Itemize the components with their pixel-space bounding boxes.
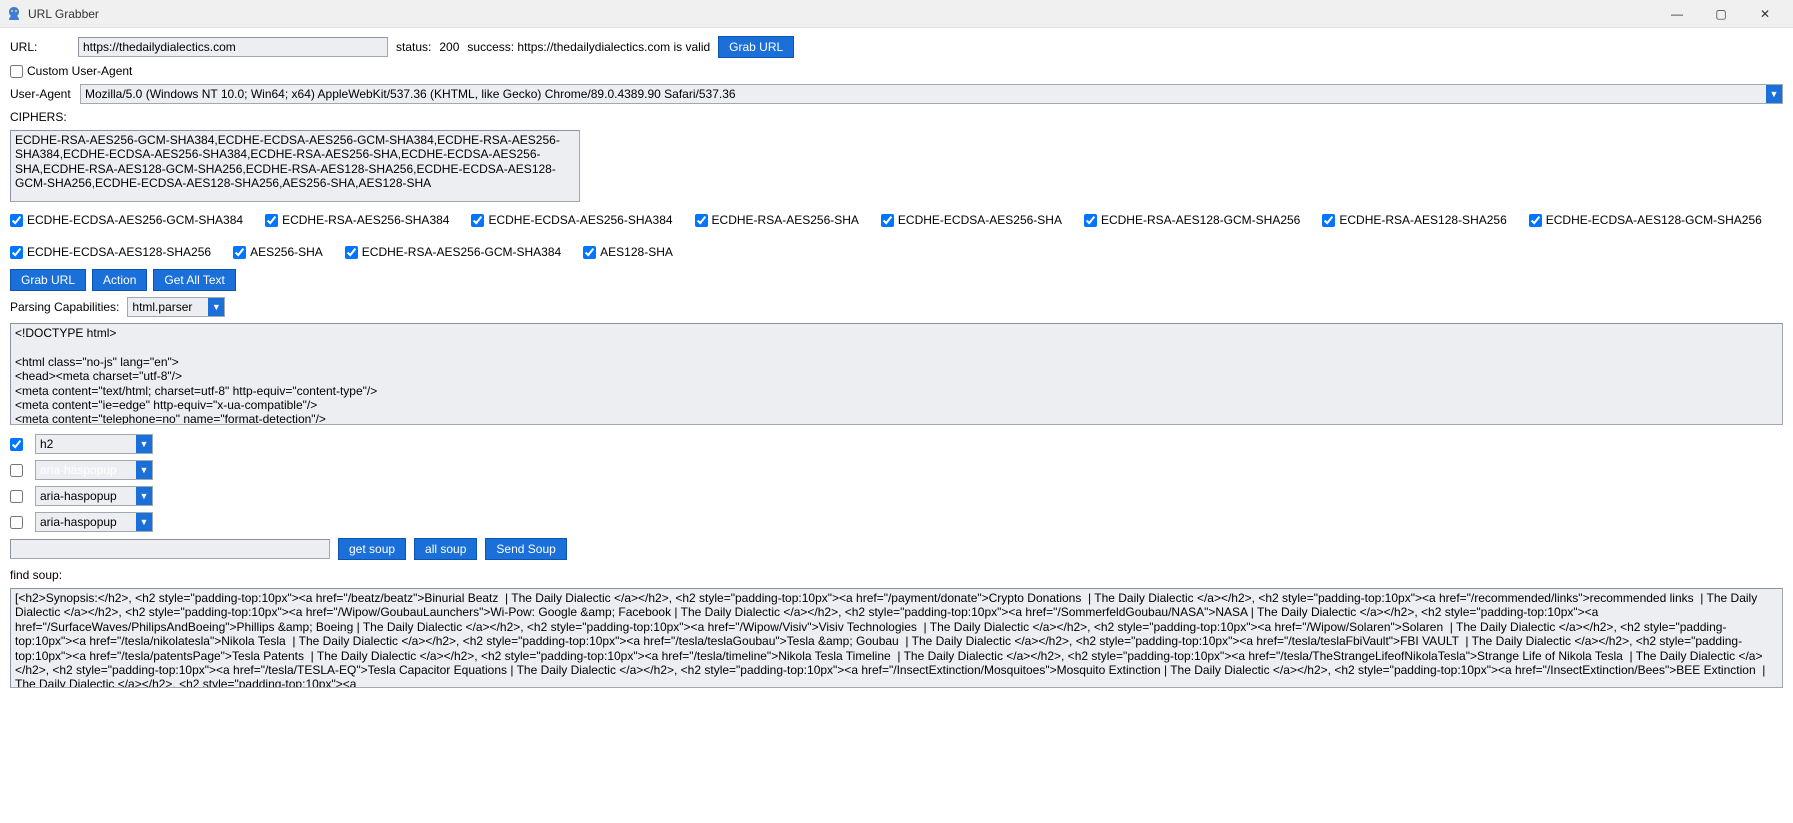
cipher-checkbox-input[interactable] bbox=[10, 246, 23, 259]
cipher-checkbox-input[interactable] bbox=[345, 246, 358, 259]
cipher-checkbox-label: ECDHE-RSA-AES256-SHA384 bbox=[282, 213, 449, 227]
cipher-checkbox-input[interactable] bbox=[471, 214, 484, 227]
custom-user-agent-checkbox[interactable]: Custom User-Agent bbox=[10, 64, 132, 78]
filter-combo[interactable]: ▼ bbox=[35, 460, 153, 480]
cipher-checkbox[interactable]: ECDHE-ECDSA-AES256-SHA384 bbox=[471, 213, 672, 227]
window-title: URL Grabber bbox=[28, 7, 99, 21]
cipher-checkbox[interactable]: ECDHE-RSA-AES256-SHA384 bbox=[265, 213, 449, 227]
custom-user-agent-label: Custom User-Agent bbox=[27, 64, 132, 78]
status-code: 200 bbox=[439, 40, 459, 54]
cipher-checkbox-label: ECDHE-ECDSA-AES128-SHA256 bbox=[27, 245, 211, 259]
cipher-checkbox-input[interactable] bbox=[1529, 214, 1542, 227]
success-label: success: https://thedailydialectics.com … bbox=[467, 40, 710, 54]
cipher-checkbox-input[interactable] bbox=[10, 214, 23, 227]
cipher-checkbox-label: ECDHE-RSA-AES128-SHA256 bbox=[1339, 213, 1506, 227]
cipher-checkbox-input[interactable] bbox=[1084, 214, 1097, 227]
html-source-textarea[interactable] bbox=[10, 323, 1783, 425]
find-soup-textarea[interactable] bbox=[10, 588, 1783, 688]
cipher-checkbox[interactable]: ECDHE-RSA-AES256-GCM-SHA384 bbox=[345, 245, 561, 259]
cipher-checkbox-label: ECDHE-ECDSA-AES128-GCM-SHA256 bbox=[1546, 213, 1762, 227]
filter-row: ▼ bbox=[10, 486, 1783, 506]
filter-row: ▼ bbox=[10, 434, 1783, 454]
cipher-checkboxes: ECDHE-ECDSA-AES256-GCM-SHA384 ECDHE-RSA-A… bbox=[10, 213, 1783, 259]
cipher-checkbox-label: ECDHE-RSA-AES256-SHA bbox=[712, 213, 859, 227]
status-label: status: bbox=[396, 40, 431, 54]
cipher-checkbox-label: ECDHE-ECDSA-AES256-GCM-SHA384 bbox=[27, 213, 243, 227]
parsing-label: Parsing Capabilities: bbox=[10, 300, 119, 314]
all-soup-button[interactable]: all soup bbox=[414, 538, 477, 560]
cipher-checkbox[interactable]: ECDHE-ECDSA-AES128-SHA256 bbox=[10, 245, 211, 259]
cipher-checkbox-label: ECDHE-ECDSA-AES256-SHA bbox=[898, 213, 1062, 227]
get-all-text-button[interactable]: Get All Text bbox=[153, 269, 235, 291]
grab-url-button[interactable]: Grab URL bbox=[10, 269, 86, 291]
get-soup-button[interactable]: get soup bbox=[338, 538, 406, 560]
filter-combo-input[interactable] bbox=[36, 513, 136, 531]
app-icon bbox=[6, 6, 22, 22]
cipher-checkbox-input[interactable] bbox=[583, 246, 596, 259]
filter-combo[interactable]: ▼ bbox=[35, 512, 153, 532]
filter-checkbox[interactable] bbox=[10, 516, 23, 529]
cipher-checkbox-input[interactable] bbox=[233, 246, 246, 259]
chevron-down-icon[interactable]: ▼ bbox=[136, 487, 152, 505]
parser-combo[interactable]: ▼ bbox=[127, 297, 225, 317]
cipher-checkbox[interactable]: ECDHE-ECDSA-AES128-GCM-SHA256 bbox=[1529, 213, 1762, 227]
filter-row: ▼ bbox=[10, 460, 1783, 480]
action-button[interactable]: Action bbox=[92, 269, 147, 291]
filter-combo-input[interactable] bbox=[36, 487, 136, 505]
find-soup-label: find soup: bbox=[10, 568, 62, 582]
parser-input[interactable] bbox=[128, 298, 208, 316]
filter-checkbox[interactable] bbox=[10, 464, 23, 477]
grab-url-button-top[interactable]: Grab URL bbox=[718, 36, 794, 58]
cipher-checkbox[interactable]: AES256-SHA bbox=[233, 245, 323, 259]
user-agent-combo[interactable]: ▼ bbox=[80, 84, 1783, 104]
user-agent-input[interactable] bbox=[81, 85, 1766, 103]
find-soup-section: find soup: bbox=[10, 568, 1783, 691]
filter-combo[interactable]: ▼ bbox=[35, 486, 153, 506]
cipher-checkbox-label: ECDHE-ECDSA-AES256-SHA384 bbox=[488, 213, 672, 227]
cipher-checkbox-input[interactable] bbox=[1322, 214, 1335, 227]
cipher-checkbox[interactable]: ECDHE-ECDSA-AES256-SHA bbox=[881, 213, 1062, 227]
soup-row: get soup all soup Send Soup bbox=[10, 538, 1783, 560]
close-button[interactable]: ✕ bbox=[1743, 0, 1787, 28]
chevron-down-icon[interactable]: ▼ bbox=[1766, 85, 1782, 103]
filter-checkbox[interactable] bbox=[10, 490, 23, 503]
cipher-checkbox-label: AES128-SHA bbox=[600, 245, 673, 259]
ciphers-textarea[interactable] bbox=[10, 130, 580, 202]
titlebar: URL Grabber — ▢ ✕ bbox=[0, 0, 1793, 28]
cipher-checkbox[interactable]: ECDHE-RSA-AES256-SHA bbox=[695, 213, 859, 227]
cipher-checkbox[interactable]: ECDHE-ECDSA-AES256-GCM-SHA384 bbox=[10, 213, 243, 227]
maximize-button[interactable]: ▢ bbox=[1699, 0, 1743, 28]
chevron-down-icon[interactable]: ▼ bbox=[136, 435, 152, 453]
cipher-checkbox[interactable]: ECDHE-RSA-AES128-GCM-SHA256 bbox=[1084, 213, 1300, 227]
ciphers-label: CIPHERS: bbox=[10, 110, 67, 124]
custom-user-agent-checkbox-input[interactable] bbox=[10, 65, 23, 78]
chevron-down-icon[interactable]: ▼ bbox=[208, 298, 224, 316]
user-agent-row: User-Agent ▼ bbox=[10, 84, 1783, 104]
action-button-row: Grab URL Action Get All Text bbox=[10, 269, 1783, 291]
url-row: URL: status: 200 success: https://thedai… bbox=[10, 36, 1783, 58]
cipher-checkbox-label: AES256-SHA bbox=[250, 245, 323, 259]
filter-row: ▼ bbox=[10, 512, 1783, 532]
user-agent-label: User-Agent bbox=[10, 87, 70, 101]
parsing-row: Parsing Capabilities: ▼ bbox=[10, 297, 1783, 317]
chevron-down-icon[interactable]: ▼ bbox=[136, 513, 152, 531]
cipher-checkbox[interactable]: ECDHE-RSA-AES128-SHA256 bbox=[1322, 213, 1506, 227]
filter-combo-input[interactable] bbox=[36, 461, 136, 479]
send-soup-button[interactable]: Send Soup bbox=[485, 538, 566, 560]
minimize-button[interactable]: — bbox=[1655, 0, 1699, 28]
url-label: URL: bbox=[10, 40, 70, 54]
cipher-checkbox-input[interactable] bbox=[265, 214, 278, 227]
filter-combo-input[interactable] bbox=[36, 435, 136, 453]
filter-combo[interactable]: ▼ bbox=[35, 434, 153, 454]
cipher-checkbox-input[interactable] bbox=[881, 214, 894, 227]
cipher-checkbox[interactable]: AES128-SHA bbox=[583, 245, 673, 259]
chevron-down-icon[interactable]: ▼ bbox=[136, 461, 152, 479]
filter-checkbox[interactable] bbox=[10, 438, 23, 451]
soup-input[interactable] bbox=[10, 539, 330, 559]
cipher-checkbox-input[interactable] bbox=[695, 214, 708, 227]
cipher-checkbox-label: ECDHE-RSA-AES256-GCM-SHA384 bbox=[362, 245, 561, 259]
cipher-checkbox-label: ECDHE-RSA-AES128-GCM-SHA256 bbox=[1101, 213, 1300, 227]
filter-rows: ▼ ▼ ▼ ▼ bbox=[10, 434, 1783, 532]
url-input[interactable] bbox=[78, 37, 388, 57]
